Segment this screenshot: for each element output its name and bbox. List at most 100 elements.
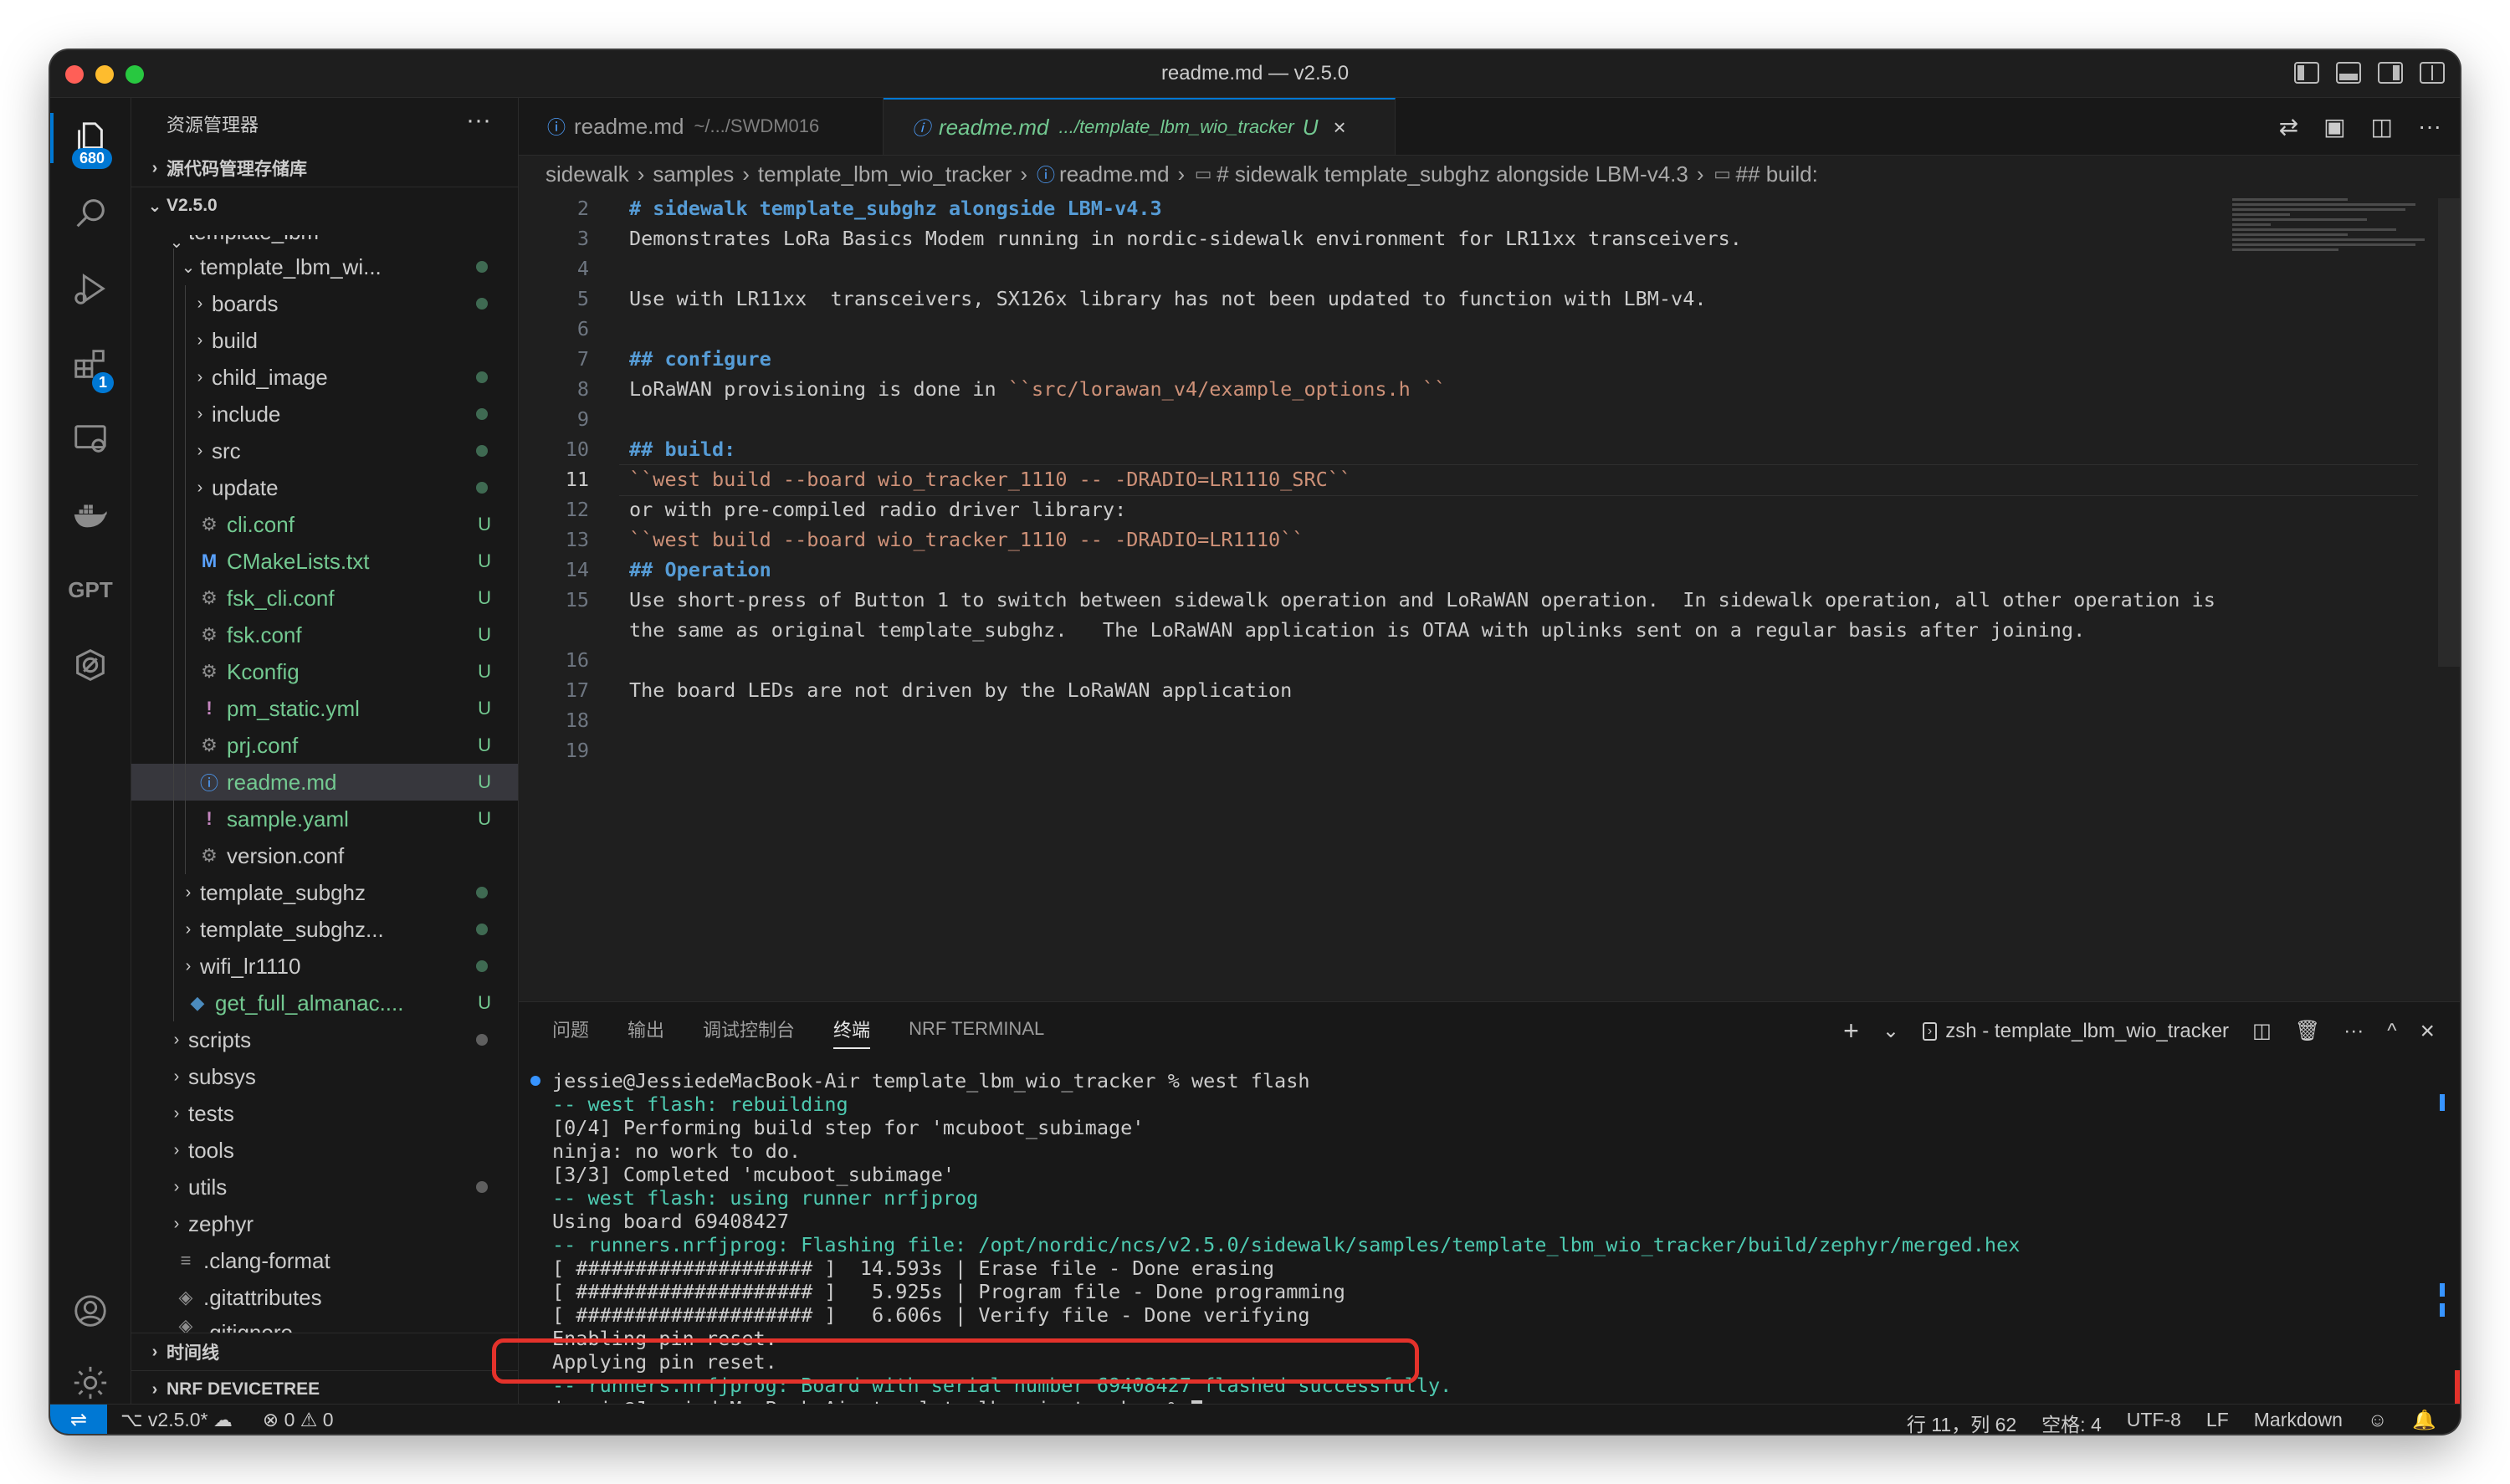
folder-row[interactable]: › scripts — [131, 1021, 518, 1058]
folder-row[interactable]: › wifi_lr1110 — [131, 948, 518, 985]
breadcrumb-item[interactable]: sidewalk — [546, 161, 629, 187]
lines-icon: ≡ — [180, 1250, 192, 1271]
nrf-connect-activity[interactable] — [50, 632, 131, 699]
minimap[interactable] — [2232, 198, 2425, 274]
folder-row[interactable]: › zephyr — [131, 1205, 518, 1242]
problems-status[interactable]: ⊗ 0 ⚠ 0 — [263, 1409, 334, 1431]
panel-tab[interactable]: 调试控制台 — [703, 1016, 795, 1042]
accounts-activity[interactable] — [50, 1277, 131, 1344]
customize-layout-icon[interactable] — [2420, 62, 2445, 84]
terminal-name[interactable]: zsh - template_lbm_wio_tracker — [1945, 1020, 2229, 1043]
folder-row[interactable]: ⌄ template_lbm_wi... — [131, 248, 518, 285]
folder-row[interactable]: › include — [131, 396, 518, 432]
file-row[interactable]: ⚙ cli.conf U — [131, 506, 518, 543]
run-debug-activity[interactable] — [50, 255, 131, 322]
file-row[interactable]: ! sample.yaml U — [131, 801, 518, 837]
close-tab-icon[interactable]: × — [1334, 115, 1346, 141]
line-number: 14 — [565, 558, 589, 581]
file-row[interactable]: ⚙ version.conf — [131, 837, 518, 874]
encoding[interactable]: UTF-8 — [2127, 1409, 2181, 1434]
more-actions-icon[interactable]: ··· — [2418, 113, 2441, 141]
toggle-primary-sidebar-icon[interactable] — [2294, 62, 2319, 84]
folder-row[interactable]: › template_subghz — [131, 874, 518, 911]
timeline-section[interactable]: › 时间线 — [131, 1333, 518, 1370]
notifications-bell-icon[interactable]: 🔔 — [2412, 1409, 2436, 1434]
line-number: 7 — [576, 347, 589, 371]
split-editor-icon[interactable]: ◫ — [2371, 113, 2393, 141]
file-row[interactable]: ≡ .clang-format — [131, 1242, 518, 1279]
breadcrumb-item[interactable]: readme.md — [1059, 161, 1170, 187]
folder-row[interactable]: › build — [131, 322, 518, 359]
command-decoration-icon[interactable] — [530, 1076, 540, 1086]
breadcrumb-item[interactable]: template_lbm_wio_tracker — [758, 161, 1012, 187]
file-row[interactable]: ⚙ fsk.conf U — [131, 617, 518, 653]
branch-status[interactable]: ⌥ v2.5.0* ☁ — [120, 1409, 233, 1431]
docker-activity[interactable] — [50, 481, 131, 548]
timeline-title: 时间线 — [166, 1343, 219, 1363]
editor-scrollbar[interactable] — [2438, 198, 2460, 667]
feedback-icon[interactable]: ☺ — [2368, 1409, 2387, 1434]
file-row[interactable]: ◈ .gitignore — [131, 1315, 518, 1333]
folder-row[interactable]: › src — [131, 432, 518, 469]
file-row[interactable]: ⚙ prj.conf U — [131, 727, 518, 764]
file-row[interactable]: ⓘ readme.md U — [131, 764, 518, 801]
file-row[interactable]: ! pm_static.yml U — [131, 690, 518, 727]
indentation[interactable]: 空格: 4 — [2041, 1409, 2102, 1434]
search-activity[interactable] — [50, 180, 131, 247]
file-row[interactable]: ⚙ Kconfig U — [131, 653, 518, 690]
gpt-label: GPT — [68, 576, 113, 602]
panel-tab[interactable]: 输出 — [628, 1016, 664, 1042]
trash-icon[interactable]: 🗑 — [2295, 1019, 2320, 1043]
folder-row[interactable]: › boards — [131, 285, 518, 322]
folder-row[interactable]: › template_subghz... — [131, 911, 518, 948]
tab-readme-swdm016[interactable]: ⓘ readme.md ~/.../SWDM016 — [519, 98, 884, 155]
breadcrumb-item[interactable]: samples — [653, 161, 734, 187]
code-editor[interactable]: 2 # sidewalk template_subghz alongside LB… — [519, 193, 2418, 765]
indent-guide — [185, 469, 186, 506]
scm-repositories-section[interactable]: › 源代码管理存储库 — [131, 150, 518, 187]
file-row[interactable]: ⚙ fsk_cli.conf U — [131, 580, 518, 617]
split-terminal-icon[interactable]: ◫ — [2252, 1019, 2272, 1043]
workspace-root-label: V2.5.0 — [166, 196, 218, 215]
new-terminal-icon[interactable]: + — [1843, 1016, 1859, 1046]
open-preview-icon[interactable]: ▣ — [2323, 113, 2345, 141]
file-row[interactable]: ◈ .gitattributes — [131, 1279, 518, 1316]
file-row[interactable]: M CMakeLists.txt U — [131, 543, 518, 580]
panel-more-icon[interactable]: ··· — [2344, 1020, 2364, 1043]
cursor-position[interactable]: 行 11，列 62 — [1907, 1409, 2016, 1434]
extensions-activity[interactable]: 1 — [50, 330, 131, 397]
panel-tab[interactable]: 问题 — [552, 1016, 589, 1042]
remote-explorer-activity[interactable] — [50, 406, 131, 473]
end-of-line[interactable]: LF — [2206, 1409, 2229, 1434]
folder-row[interactable]: › utils — [131, 1169, 518, 1205]
breadcrumb-item[interactable]: ## build: — [1736, 161, 1818, 187]
gpt-activity[interactable]: GPT — [50, 556, 131, 623]
file-row[interactable]: ◆ get_full_almanac.... U — [131, 985, 518, 1021]
toggle-secondary-sidebar-icon[interactable] — [2378, 62, 2403, 84]
toggle-panel-icon[interactable] — [2336, 62, 2361, 84]
panel-tab[interactable]: NRF TERMINAL — [909, 1018, 1044, 1040]
nrf-devicetree-section[interactable]: › NRF DEVICETREE — [131, 1370, 518, 1408]
tab-readme-template-lbm[interactable]: ⓘ readme.md .../template_lbm_wio_tracker… — [884, 98, 1396, 155]
panel-tab[interactable]: 终端 — [833, 1016, 871, 1049]
language-mode[interactable]: Markdown — [2254, 1409, 2343, 1434]
explorer-more-icon[interactable]: ··· — [466, 106, 491, 135]
chevron-down-icon[interactable]: ⌄ — [1882, 1019, 1899, 1043]
workspace-root[interactable]: ⌄ V2.5.0 — [131, 187, 518, 224]
line-number: 18 — [565, 709, 589, 732]
code-token: Use short-press of Button 1 to switch be… — [629, 588, 2215, 612]
folder-row[interactable]: › child_image — [131, 359, 518, 396]
compare-changes-icon[interactable]: ⇄ — [2279, 113, 2298, 141]
close-panel-icon[interactable]: × — [2420, 1017, 2435, 1046]
folder-row[interactable]: ⌄template_lbm — [131, 235, 518, 252]
explorer-activity[interactable]: 680 — [50, 105, 131, 171]
folder-row[interactable]: › tools — [131, 1132, 518, 1169]
git-icon: ◈ — [178, 1315, 193, 1333]
folder-row[interactable]: › update — [131, 469, 518, 506]
maximize-panel-icon[interactable]: ^ — [2387, 1020, 2396, 1043]
folder-row[interactable]: › tests — [131, 1095, 518, 1132]
folder-row[interactable]: › subsys — [131, 1058, 518, 1095]
remote-indicator[interactable]: ⇌ — [50, 1405, 107, 1434]
chevron-right-icon: › — [173, 1067, 180, 1086]
breadcrumb-item[interactable]: # sidewalk template_subghz alongside LBM… — [1217, 161, 1688, 187]
